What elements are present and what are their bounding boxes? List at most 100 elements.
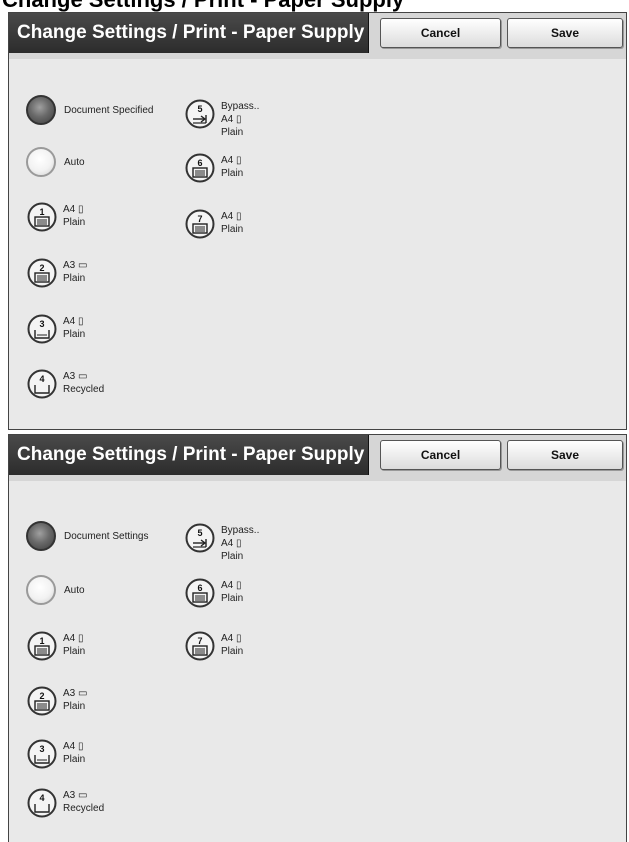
tray-number: 2 (39, 691, 44, 701)
figure-caption: Change Settings / Print - Paper Supply (2, 0, 627, 12)
tray-paper-type: Plain (221, 127, 244, 138)
radio-unselected-icon[interactable] (26, 147, 56, 177)
radio-unselected-icon[interactable] (26, 575, 56, 605)
paper-tray-icon: 2 (27, 686, 57, 716)
tray-paper-type: Plain (221, 168, 244, 179)
tray-label: A3 ▭ Recycled (63, 788, 104, 815)
bypass-tray-icon: 5 (185, 99, 215, 129)
tray-paper-type: Recycled (63, 803, 105, 814)
tray-size: A3 ▭ (63, 790, 88, 801)
tray-2-button[interactable]: 2 A3 ▭ Plain (27, 686, 87, 716)
option-auto[interactable]: Auto (26, 575, 85, 605)
tray-number: 5 (197, 104, 202, 114)
tray-7-button[interactable]: 7 A4 ▯ Plain (185, 631, 243, 661)
tray-7-button[interactable]: 7 A4 ▯ Plain (185, 209, 243, 239)
tray-number: 5 (197, 528, 202, 538)
paper-tray-icon: 2 (27, 258, 57, 288)
tray-3-button[interactable]: 3 A4 ▯ Plain (27, 314, 85, 344)
tray-number: 3 (39, 744, 44, 754)
tray-5-bypass-button[interactable]: 5 Bypass.. A4 ▯ Plain (185, 99, 259, 139)
tray-number: 1 (39, 207, 44, 217)
tray-number: 2 (39, 263, 44, 273)
cancel-button[interactable]: Cancel (380, 440, 501, 470)
paper-tray-icon: 3 (27, 314, 57, 344)
tray-1-button[interactable]: 1 A4 ▯ Plain (27, 631, 85, 661)
save-button[interactable]: Save (507, 18, 623, 48)
tray-label: A4 ▯ Plain (63, 631, 85, 658)
tray-label: A4 ▯ Plain (221, 631, 243, 658)
tray-1-button[interactable]: 1 A4 ▯ Plain (27, 202, 85, 232)
tray-size: A4 ▯ (221, 580, 242, 591)
tray-paper-type: Plain (63, 646, 86, 657)
tray-label: A4 ▯ Plain (221, 153, 243, 180)
option-label: Auto (64, 156, 85, 168)
tray-label: A4 ▯ Plain (63, 314, 85, 341)
title-bar: Change Settings / Print - Paper Supply C… (9, 13, 626, 59)
tray-size: A4 ▯ (221, 155, 242, 166)
option-auto[interactable]: Auto (26, 147, 85, 177)
tray-size: A4 ▯ (221, 633, 242, 644)
tray-size: A4 ▯ (63, 204, 84, 215)
title-bar: Change Settings / Print - Paper Supply C… (9, 435, 626, 481)
tray-name: Bypass.. (221, 101, 260, 112)
tray-2-button[interactable]: 2 A3 ▭ Plain (27, 258, 87, 288)
screen-title: Change Settings / Print - Paper Supply (9, 13, 369, 53)
radio-selected-icon[interactable] (26, 521, 56, 551)
cancel-button[interactable]: Cancel (380, 18, 501, 48)
option-document-specified[interactable]: Document Specified (26, 95, 154, 125)
tray-paper-type: Plain (221, 551, 244, 562)
tray-paper-type: Plain (63, 701, 86, 712)
option-document-settings[interactable]: Document Settings (26, 521, 149, 551)
screen-title: Change Settings / Print - Paper Supply (9, 435, 369, 475)
tray-label: A3 ▭ Plain (63, 686, 87, 713)
tray-number: 4 (39, 793, 44, 803)
tray-paper-type: Plain (63, 217, 86, 228)
tray-label: A4 ▯ Plain (221, 209, 243, 236)
tray-4-button[interactable]: 4 A3 ▭ Recycled (27, 369, 104, 399)
tray-size: A4 ▯ (63, 316, 84, 327)
tray-paper-type: Recycled (63, 384, 105, 395)
tray-size: A3 ▭ (63, 688, 88, 699)
tray-number: 4 (39, 374, 44, 384)
tray-label: Bypass.. A4 ▯ Plain (221, 99, 259, 139)
tray-6-button[interactable]: 6 A4 ▯ Plain (185, 153, 243, 183)
paper-tray-icon: 1 (27, 631, 57, 661)
tray-paper-type: Plain (63, 754, 86, 765)
option-label: Document Settings (64, 530, 149, 542)
paper-tray-icon: 1 (27, 202, 57, 232)
tray-paper-type: Plain (221, 593, 244, 604)
paper-tray-icon: 7 (185, 631, 215, 661)
paper-tray-icon: 4 (27, 788, 57, 818)
tray-number: 1 (39, 636, 44, 646)
option-label: Auto (64, 584, 85, 596)
tray-size: A4 ▯ (63, 741, 84, 752)
tray-4-button[interactable]: 4 A3 ▭ Recycled (27, 788, 104, 818)
option-label: Document Specified (64, 104, 154, 116)
paper-supply-panel-1: Change Settings / Print - Paper Supply C… (8, 12, 627, 430)
tray-size: A4 ▯ (221, 114, 242, 125)
tray-number: 7 (197, 214, 202, 224)
tray-size: A3 ▭ (63, 371, 88, 382)
tray-number: 7 (197, 636, 202, 646)
tray-paper-type: Plain (63, 273, 86, 284)
tray-paper-type: Plain (221, 224, 244, 235)
tray-6-button[interactable]: 6 A4 ▯ Plain (185, 578, 243, 608)
tray-size: A3 ▭ (63, 260, 88, 271)
tray-3-button[interactable]: 3 A4 ▯ Plain (27, 739, 85, 769)
tray-paper-type: Plain (221, 646, 244, 657)
save-button[interactable]: Save (507, 440, 623, 470)
tray-number: 6 (197, 583, 202, 593)
tray-number: 6 (197, 158, 202, 168)
tray-paper-type: Plain (63, 329, 86, 340)
tray-label: A4 ▯ Plain (221, 578, 243, 605)
paper-tray-icon: 4 (27, 369, 57, 399)
paper-tray-icon: 6 (185, 153, 215, 183)
tray-size: A4 ▯ (63, 633, 84, 644)
tray-size: A4 ▯ (221, 538, 242, 549)
tray-5-bypass-button[interactable]: 5 Bypass.. A4 ▯ Plain (185, 523, 259, 563)
paper-tray-icon: 3 (27, 739, 57, 769)
tray-label: A4 ▯ Plain (63, 202, 85, 229)
tray-label: A4 ▯ Plain (63, 739, 85, 766)
tray-label: A3 ▭ Recycled (63, 369, 104, 396)
radio-selected-icon[interactable] (26, 95, 56, 125)
